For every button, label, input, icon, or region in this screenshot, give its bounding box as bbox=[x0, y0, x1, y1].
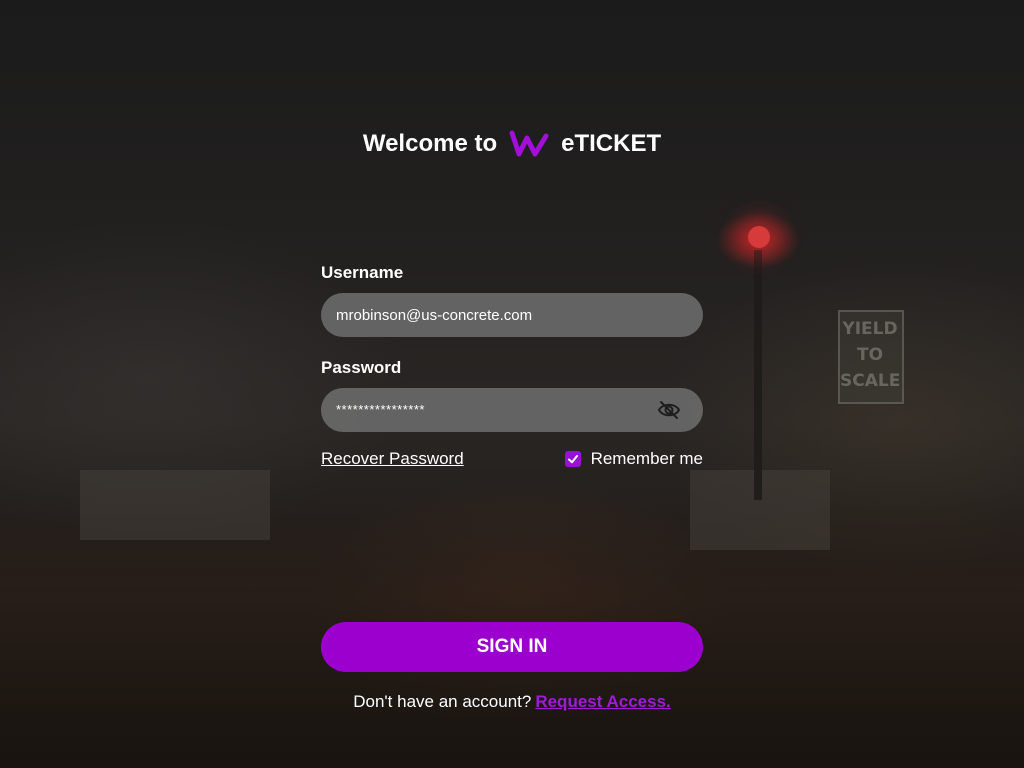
remember-me[interactable]: Remember me bbox=[564, 449, 703, 469]
remember-me-checkbox[interactable] bbox=[564, 451, 581, 467]
login-options: Recover Password Remember me bbox=[321, 448, 703, 470]
recover-password-link[interactable]: Recover Password bbox=[321, 449, 464, 469]
welcome-text: Welcome to bbox=[362, 130, 498, 157]
background-barrier bbox=[80, 470, 270, 540]
username-field-container bbox=[321, 293, 703, 337]
password-masked-value: **************** bbox=[336, 402, 425, 417]
w-wave-logo-icon bbox=[509, 130, 549, 157]
username-label: Username bbox=[321, 263, 404, 282]
request-access-footer: Don't have an account? Request Access. bbox=[0, 692, 1024, 712]
password-label: Password bbox=[321, 358, 402, 377]
no-account-text: Don't have an account? bbox=[353, 692, 532, 711]
sign-in-button[interactable]: SIGN IN bbox=[321, 622, 703, 672]
background-pole bbox=[754, 250, 762, 500]
request-access-link[interactable]: Request Access. bbox=[535, 692, 670, 711]
page-title: Welcome to eTICKET bbox=[0, 124, 1024, 164]
background-traffic-light bbox=[748, 226, 770, 248]
check-icon bbox=[567, 455, 578, 464]
brand-name: eTICKET bbox=[561, 130, 662, 157]
password-field[interactable]: **************** bbox=[321, 388, 703, 432]
remember-me-label: Remember me bbox=[590, 449, 703, 468]
username-input[interactable] bbox=[321, 293, 703, 337]
login-form: Username Password **************** Recov… bbox=[321, 262, 703, 470]
eye-slash-icon[interactable] bbox=[657, 400, 681, 420]
background-sign-text: YIELD TO SCALE bbox=[840, 319, 901, 391]
